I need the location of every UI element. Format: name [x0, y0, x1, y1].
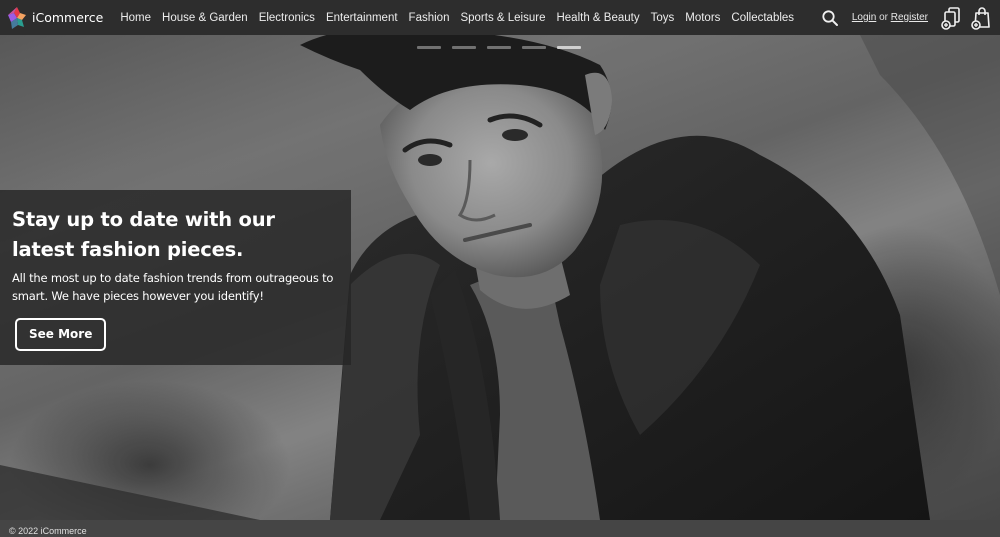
nav-item-toys[interactable]: Toys	[651, 12, 675, 24]
hero-caption: Stay up to date with our latest fashion …	[0, 190, 351, 365]
hero-carousel: Stay up to date with our latest fashion …	[0, 35, 1000, 520]
nav-item-home[interactable]: Home	[120, 12, 151, 24]
slide-indicator-4[interactable]	[522, 46, 546, 49]
nav-item-collectables[interactable]: Collectables	[731, 12, 794, 24]
brand-logo-icon	[8, 6, 26, 29]
brand-link[interactable]: iCommerce	[8, 6, 104, 29]
brand-name: iCommerce	[32, 10, 104, 25]
nav-item-fashion[interactable]: Fashion	[409, 12, 450, 24]
slide-indicators	[417, 46, 592, 49]
slide-indicator-3[interactable]	[487, 46, 511, 49]
nav-item-house-garden[interactable]: House & Garden	[162, 12, 248, 24]
auth-links: Login or Register	[852, 12, 928, 23]
footer-copyright: © 2022 iCommerce	[9, 526, 87, 536]
hero-description: All the most up to date fashion trends f…	[12, 271, 334, 303]
nav-item-sports-leisure[interactable]: Sports & Leisure	[460, 12, 545, 24]
main-nav: Home House & Garden Electronics Entertai…	[120, 12, 805, 24]
slide-indicator-2[interactable]	[452, 46, 476, 49]
nav-item-entertainment[interactable]: Entertainment	[326, 12, 398, 24]
footer: © 2022 iCommerce	[0, 520, 1000, 537]
register-link[interactable]: Register	[891, 12, 928, 23]
auth-separator: or	[879, 12, 891, 23]
top-navigation-bar: iCommerce Home House & Garden Electronic…	[0, 0, 1000, 35]
header-tools: Login or Register	[821, 0, 1000, 35]
nav-item-health-beauty[interactable]: Health & Beauty	[556, 12, 639, 24]
shopping-bag-icon[interactable]	[970, 6, 992, 30]
nav-item-electronics[interactable]: Electronics	[259, 12, 315, 24]
see-more-button[interactable]: See More	[15, 318, 107, 351]
search-icon[interactable]	[821, 9, 839, 27]
login-link[interactable]: Login	[852, 12, 876, 23]
nav-item-motors[interactable]: Motors	[685, 12, 720, 24]
slide-indicator-5[interactable]	[557, 46, 581, 49]
hero-title: Stay up to date with our latest fashion …	[12, 208, 275, 261]
compare-icon[interactable]	[940, 6, 962, 30]
slide-indicator-1[interactable]	[417, 46, 441, 49]
